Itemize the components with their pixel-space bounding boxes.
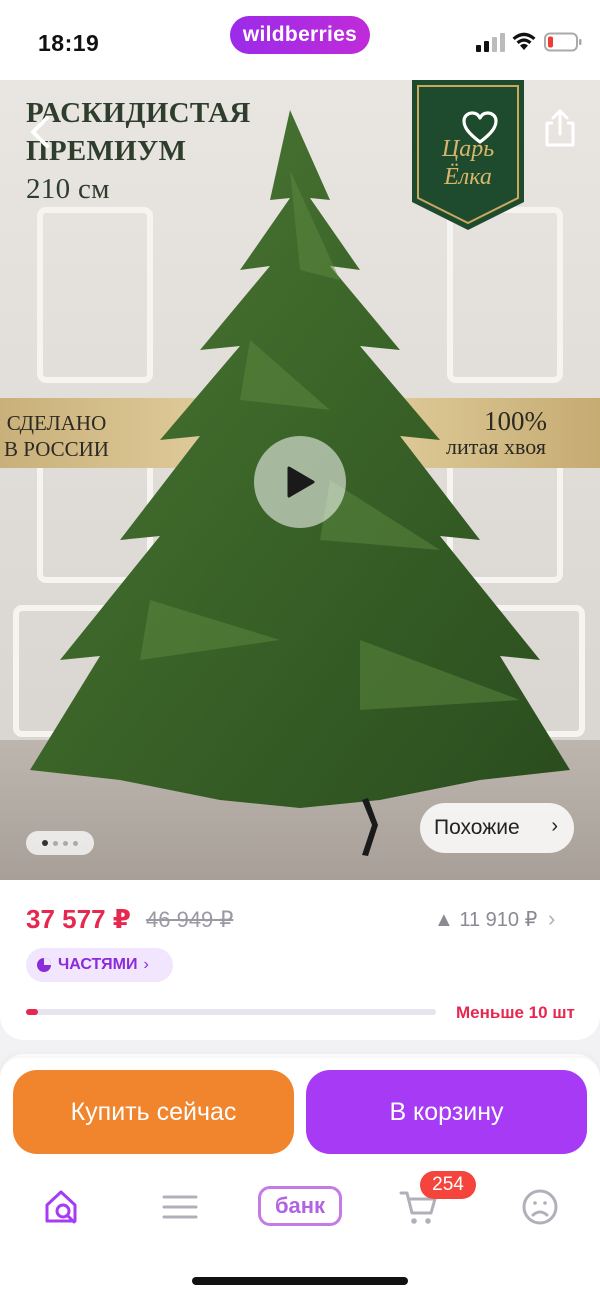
pie-chart-icon <box>37 958 51 972</box>
cellular-signal-icon <box>476 33 505 52</box>
stock-label: Меньше 10 шт <box>456 1003 575 1022</box>
play-video-button[interactable] <box>254 436 346 528</box>
installments-button[interactable]: ЧАСТЯМИ › <box>26 948 173 982</box>
chevron-left-icon <box>31 116 49 148</box>
brand-pill[interactable]: wildberries <box>230 16 370 54</box>
status-time: 18:19 <box>38 30 100 56</box>
chevron-right-icon: › <box>143 956 149 973</box>
banner-left-line2: В РОССИИ <box>4 437 109 461</box>
product-image-gallery[interactable]: Царь Ёлка РАСКИДИСТАЯ ПРЕМИУМ 210 см СДЕ… <box>0 80 600 880</box>
banner-left-line1: СДЕЛАНО <box>6 411 107 435</box>
tab-bank[interactable]: банк <box>258 1186 342 1226</box>
gallery-pagination <box>26 831 94 855</box>
heart-icon <box>462 111 498 144</box>
tab-home-search[interactable] <box>33 1182 89 1232</box>
home-indicator <box>192 1277 408 1285</box>
profile-icon <box>522 1189 558 1225</box>
tab-profile[interactable] <box>512 1182 568 1232</box>
chevron-right-icon: › <box>551 815 558 837</box>
chevron-right-icon[interactable]: › <box>548 906 555 932</box>
back-button[interactable] <box>18 110 62 154</box>
status-bar: 18:19 wildberries <box>0 0 600 80</box>
banner-made-in-russia: СДЕЛАНО В РОССИИ <box>4 410 109 462</box>
favorite-button[interactable] <box>458 106 502 150</box>
similar-label: Похожие <box>434 816 520 839</box>
svg-text:Ёлка: Ёлка <box>443 164 492 190</box>
pagination-dot-active <box>42 840 48 846</box>
add-to-cart-button[interactable]: В корзину <box>306 1070 587 1154</box>
price-card: 37 577 ₽ 46 949 ₽ ▲ 11 910 ₽ › ЧАСТЯМИ ›… <box>0 880 600 1040</box>
banner-cast-needles: литая хвоя <box>446 434 546 459</box>
home-search-icon <box>45 1190 77 1224</box>
menu-icon <box>162 1195 198 1219</box>
wifi-icon <box>512 32 536 50</box>
tab-catalog[interactable] <box>152 1182 208 1232</box>
installments-label: ЧАСТЯМИ <box>58 956 138 973</box>
cart-count-badge: 254 <box>420 1171 476 1199</box>
battery-icon <box>544 32 582 52</box>
pagination-dot <box>63 840 68 846</box>
stock-progress-bar <box>26 1009 436 1015</box>
pagination-dot <box>73 840 78 846</box>
share-button[interactable] <box>538 106 582 150</box>
banner-percent: 100% <box>484 406 547 436</box>
stock-progress-fill <box>26 1009 39 1015</box>
current-price: 37 577 ₽ <box>26 904 131 934</box>
play-icon <box>287 466 315 498</box>
bottom-panel: Купить сейчас В корзину банк 254 <box>0 1058 600 1298</box>
old-price: 46 949 ₽ <box>146 907 234 932</box>
similar-button[interactable]: Похожие › <box>420 803 574 853</box>
pagination-dot <box>53 840 58 846</box>
price-delta[interactable]: ▲ 11 910 ₽ <box>434 907 537 932</box>
buy-now-button[interactable]: Купить сейчас <box>13 1070 294 1154</box>
share-icon <box>545 109 575 147</box>
hero-title-line3: 210 см <box>26 173 110 205</box>
